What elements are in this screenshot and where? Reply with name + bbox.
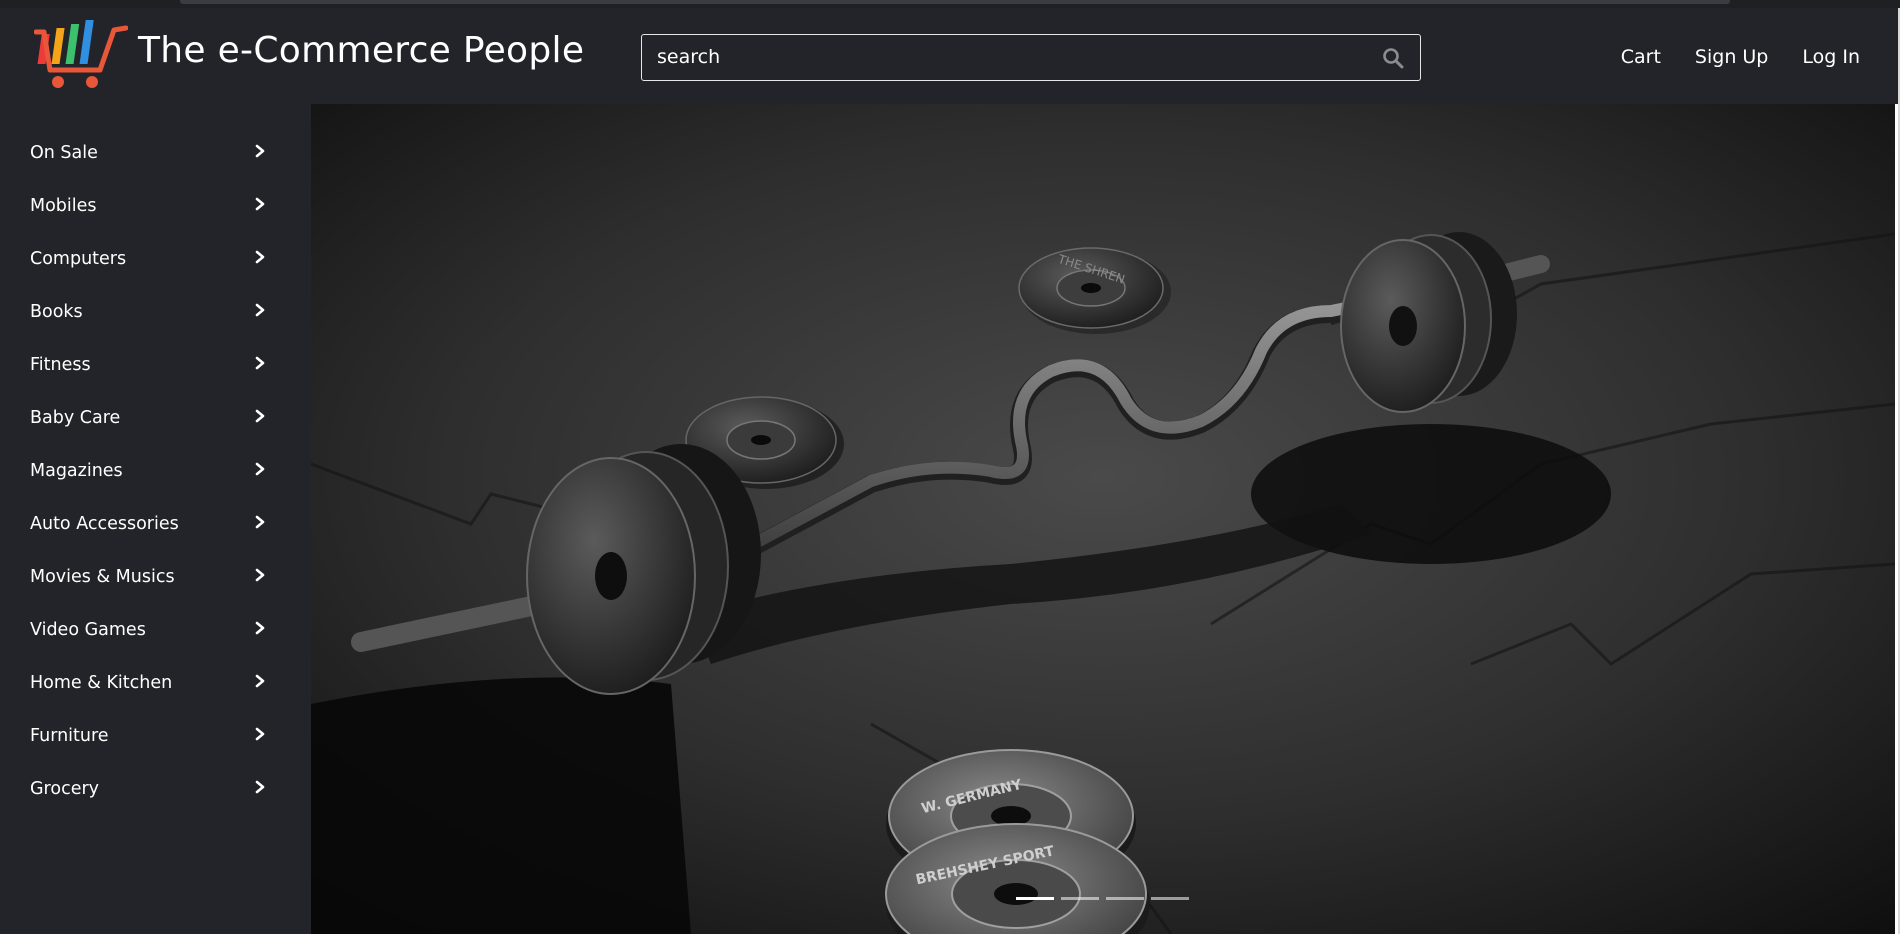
chevron-right-icon — [255, 780, 265, 794]
barbell-hero-image: THE SHREN W. GERMANY BREHSHEY SPORT — [311, 104, 1895, 934]
search-input[interactable] — [642, 35, 1362, 79]
carousel-indicators — [1016, 897, 1189, 900]
chevron-right-icon — [255, 197, 265, 211]
scrollbar-track — [180, 0, 1730, 4]
sidebar-item-movies-musics[interactable]: Movies & Musics — [0, 567, 311, 623]
signup-link[interactable]: Sign Up — [1695, 46, 1768, 68]
sidebar-item-baby-care[interactable]: Baby Care — [0, 408, 311, 464]
login-link[interactable]: Log In — [1802, 46, 1860, 68]
sidebar-item-label: Mobiles — [30, 196, 97, 216]
sidebar-item-computers[interactable]: Computers — [0, 249, 311, 305]
sidebar-item-label: Fitness — [30, 355, 91, 375]
top-navbar: The e-Commerce People Cart Sign Up Log I… — [0, 8, 1900, 104]
chevron-right-icon — [255, 727, 265, 741]
sidebar-item-fitness[interactable]: Fitness — [0, 355, 311, 411]
page-bottom-gap — [0, 934, 1900, 944]
chevron-right-icon — [255, 144, 265, 158]
sidebar-item-label: Books — [30, 302, 83, 322]
sidebar-item-mobiles[interactable]: Mobiles — [0, 196, 311, 252]
carousel-indicator-1[interactable] — [1016, 897, 1054, 900]
carousel-indicator-4[interactable] — [1151, 897, 1189, 900]
search-icon[interactable] — [1382, 47, 1404, 69]
sidebar-item-label: Furniture — [30, 726, 109, 746]
carousel-indicator-2[interactable] — [1061, 897, 1099, 900]
chevron-right-icon — [255, 356, 265, 370]
sidebar-item-magazines[interactable]: Magazines — [0, 461, 311, 517]
chevron-right-icon — [255, 674, 265, 688]
chevron-right-icon — [255, 303, 265, 317]
chevron-right-icon — [255, 568, 265, 582]
search-bar — [641, 34, 1421, 81]
sidebar-item-label: Home & Kitchen — [30, 673, 173, 693]
sidebar-item-label: Baby Care — [30, 408, 121, 428]
header-nav: Cart Sign Up Log In — [1621, 46, 1860, 68]
sidebar-item-furniture[interactable]: Furniture — [0, 726, 311, 782]
sidebar-item-label: On Sale — [30, 143, 98, 163]
shopping-cart-logo-icon[interactable] — [34, 18, 128, 98]
sidebar-item-label: Computers — [30, 249, 127, 269]
sidebar-item-label: Grocery — [30, 779, 100, 799]
sidebar-item-label: Video Games — [30, 620, 146, 640]
sidebar-item-home-kitchen[interactable]: Home & Kitchen — [0, 673, 311, 729]
browser-top-strip — [0, 0, 1900, 8]
category-sidebar: On Sale Mobiles Computers Books Fitness … — [0, 104, 311, 938]
chevron-right-icon — [255, 409, 265, 423]
sidebar-item-label: Auto Accessories — [30, 514, 179, 534]
brand-title[interactable]: The e-Commerce People — [138, 30, 584, 71]
chevron-right-icon — [255, 250, 265, 264]
sidebar-item-video-games[interactable]: Video Games — [0, 620, 311, 676]
sidebar-item-on-sale[interactable]: On Sale — [0, 143, 311, 199]
sidebar-item-auto-accessories[interactable]: Auto Accessories — [0, 514, 311, 570]
sidebar-item-label: Movies & Musics — [30, 567, 175, 587]
hero-carousel: THE SHREN W. GERMANY BREHSHEY SPORT — [311, 104, 1895, 934]
sidebar-item-label: Magazines — [30, 461, 123, 481]
sidebar-item-books[interactable]: Books — [0, 302, 311, 358]
sidebar-item-grocery[interactable]: Grocery — [0, 779, 311, 835]
cart-link[interactable]: Cart — [1621, 46, 1661, 68]
chevron-right-icon — [255, 462, 265, 476]
chevron-right-icon — [255, 621, 265, 635]
chevron-right-icon — [255, 515, 265, 529]
carousel-indicator-3[interactable] — [1106, 897, 1144, 900]
